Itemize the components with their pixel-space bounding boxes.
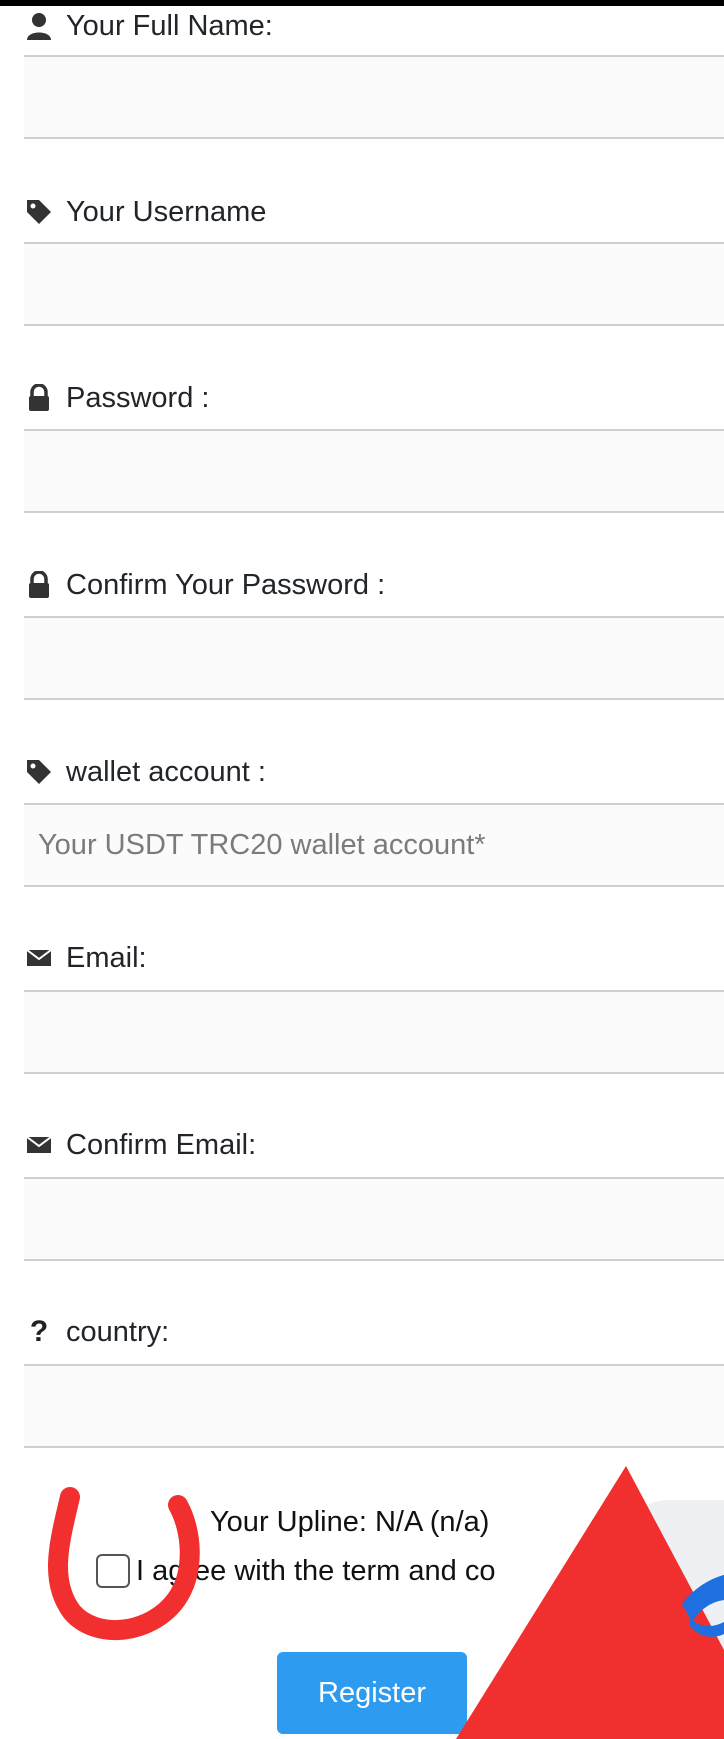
full-name-label-text: Your Full Name: bbox=[66, 9, 273, 42]
lock-icon bbox=[24, 383, 54, 413]
full-name-label: Your Full Name: bbox=[24, 6, 273, 46]
wallet-account-label-text: wallet account : bbox=[66, 755, 266, 788]
envelope-icon bbox=[24, 1130, 54, 1160]
full-name-input[interactable] bbox=[24, 55, 724, 139]
password-label: Password : bbox=[24, 378, 209, 418]
username-input[interactable] bbox=[24, 242, 724, 326]
lock-icon bbox=[24, 570, 54, 600]
confirm-password-label: Confirm Your Password : bbox=[24, 565, 385, 605]
tag-icon bbox=[24, 757, 54, 787]
password-label-text: Password : bbox=[66, 381, 210, 414]
user-icon bbox=[24, 11, 54, 41]
terms-agree-label: I agree with the term and co bbox=[136, 1554, 496, 1587]
country-label: ? country: bbox=[24, 1312, 169, 1352]
confirm-password-input[interactable] bbox=[24, 616, 724, 700]
confirm-email-label: Confirm Email: bbox=[24, 1125, 256, 1165]
question-icon: ? bbox=[29, 1315, 49, 1348]
email-label: Email: bbox=[24, 938, 147, 978]
email-input[interactable] bbox=[24, 990, 724, 1074]
floating-widget-backdrop bbox=[610, 1500, 724, 1739]
password-input[interactable] bbox=[24, 429, 724, 513]
country-label-text: country: bbox=[66, 1315, 170, 1348]
upline-text: Your Upline: N/A (n/a) bbox=[210, 1506, 490, 1538]
username-label-text: Your Username bbox=[66, 195, 267, 228]
wallet-account-label: wallet account : bbox=[24, 752, 266, 792]
confirm-email-label-text: Confirm Email: bbox=[66, 1128, 257, 1161]
tag-icon bbox=[24, 197, 54, 227]
register-button[interactable]: Register bbox=[277, 1652, 467, 1734]
confirm-email-input[interactable] bbox=[24, 1177, 724, 1261]
terms-agree-row: I agree with the term and co bbox=[96, 1551, 495, 1591]
confirm-password-label-text: Confirm Your Password : bbox=[66, 568, 386, 601]
wallet-account-input[interactable] bbox=[24, 803, 724, 887]
terms-agree-checkbox[interactable] bbox=[96, 1554, 130, 1588]
username-label: Your Username bbox=[24, 192, 266, 232]
envelope-icon bbox=[24, 943, 54, 973]
country-input[interactable] bbox=[24, 1364, 724, 1448]
email-label-text: Email: bbox=[66, 941, 147, 974]
